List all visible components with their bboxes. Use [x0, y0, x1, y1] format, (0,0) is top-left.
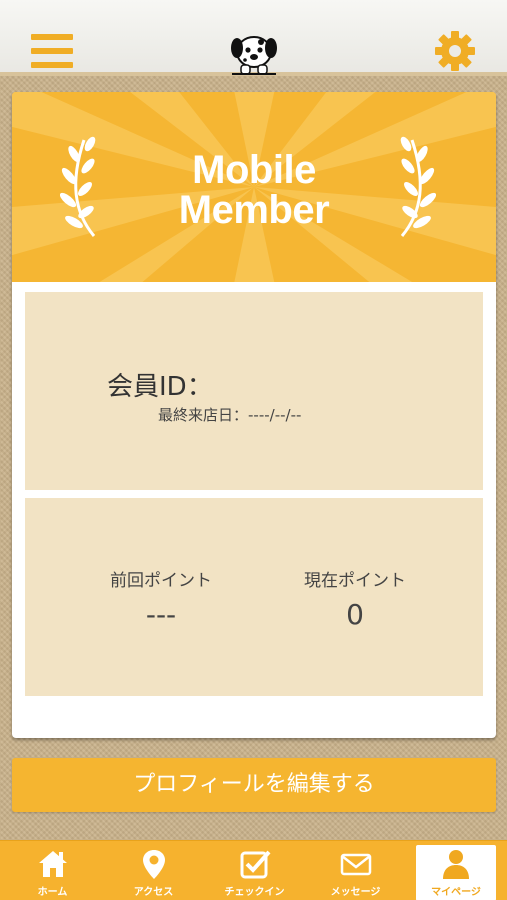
checkbox-icon: [240, 850, 271, 879]
home-icon: [39, 851, 67, 877]
current-points-label: 現在ポイント: [304, 571, 406, 591]
edit-profile-button[interactable]: プロフィールを編集する: [12, 758, 496, 812]
tab-checkin-label: チェックイン: [224, 887, 285, 898]
tab-checkin[interactable]: チェックイン: [204, 841, 305, 900]
current-points-value: 0: [346, 598, 364, 631]
bottom-tab-bar: ホーム アクセス チェックイン メッセージ マイページ: [0, 840, 507, 900]
banner-title-line2: Member: [178, 188, 330, 232]
banner-title-line1: Mobile: [192, 148, 316, 192]
last-visit-date: 最終来店日：----/--/--: [158, 406, 302, 424]
app-header: [0, 0, 507, 76]
user-icon: [443, 850, 469, 879]
tab-access[interactable]: アクセス: [103, 841, 204, 900]
tab-message[interactable]: メッセージ: [305, 841, 406, 900]
dalmatian-dog-logo[interactable]: [228, 30, 280, 76]
tab-mypage[interactable]: マイページ: [416, 845, 496, 900]
tab-message-label: メッセージ: [330, 887, 381, 898]
hamburger-menu-icon[interactable]: [31, 34, 73, 68]
previous-points-label: 前回ポイント: [110, 571, 212, 591]
gear-icon[interactable]: [434, 30, 476, 72]
member-id-label: 会員ID：: [107, 372, 213, 402]
member-banner: Mobile Member: [12, 92, 496, 282]
envelope-icon: [340, 853, 372, 876]
tab-home-label: ホーム: [37, 887, 68, 898]
member-card: Mobile Member 会員ID： 最終来店日：----/--/-- 前回ポ…: [12, 92, 496, 738]
tab-mypage-label: マイページ: [431, 887, 481, 898]
banner-title: Mobile Member: [12, 150, 496, 230]
tab-home[interactable]: ホーム: [2, 841, 103, 900]
member-id-panel: 会員ID： 最終来店日：----/--/--: [25, 292, 483, 490]
points-panel: 前回ポイント --- 現在ポイント 0: [25, 498, 483, 696]
tab-access-label: アクセス: [133, 887, 174, 898]
previous-points-value: ---: [145, 598, 177, 631]
map-pin-icon: [143, 850, 165, 879]
